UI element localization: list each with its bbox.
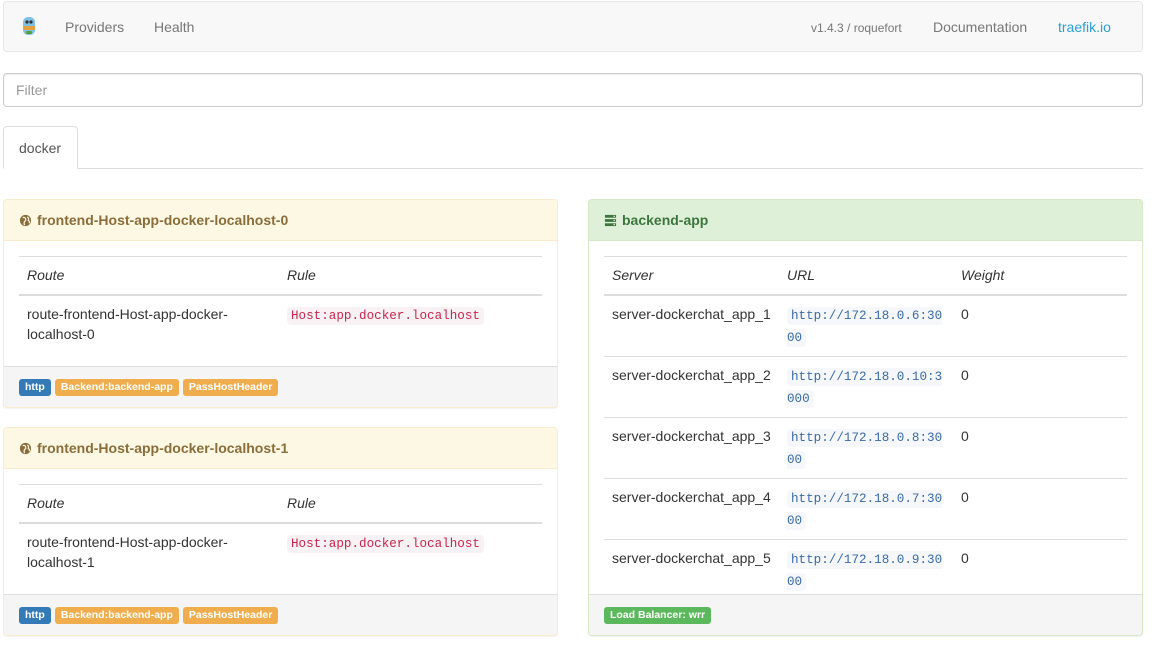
server-name: server-dockerchat_app_5 — [604, 538, 779, 600]
server-url: http://172.18.0.8:3000 — [787, 428, 943, 469]
frontend-panel-1: frontend-Host-app-docker-localhost-1 Rou… — [3, 427, 558, 636]
backend-title: backend-app — [622, 212, 709, 228]
frontend-panel-heading: frontend-Host-app-docker-localhost-0 — [4, 200, 557, 241]
entrypoint-badge: http — [19, 607, 51, 624]
passhostheader-badge: PassHostHeader — [182, 379, 279, 396]
entrypoint-badge: http — [19, 379, 51, 396]
table-row: route-frontend-Host-app-docker-localhost… — [19, 295, 542, 352]
nav-documentation-link[interactable]: Documentation — [933, 19, 1027, 35]
routes-table: Route Rule route-frontend-Host-app-docke… — [19, 256, 542, 352]
frontend-title: frontend-Host-app-docker-localhost-1 — [37, 440, 289, 456]
server-name: server-dockerchat_app_3 — [604, 416, 779, 478]
backend-badge: Backend:backend-app — [54, 607, 179, 624]
nav-health-link[interactable]: Health — [154, 19, 194, 35]
server-name: server-dockerchat_app_2 — [604, 355, 779, 417]
version-text: v1.4.3 / roquefort — [811, 21, 902, 35]
column-header-server: Server — [604, 256, 779, 296]
server-weight: 0 — [953, 355, 1127, 417]
backend-panel-heading: backend-app — [589, 200, 1142, 241]
server-weight: 0 — [953, 538, 1127, 600]
backend-badge: Backend:backend-app — [54, 379, 179, 396]
server-name: server-dockerchat_app_1 — [612, 305, 771, 322]
tab-docker[interactable]: docker — [3, 126, 78, 169]
globe-icon — [19, 214, 32, 226]
server-url: http://172.18.0.9:3000 — [787, 550, 943, 591]
globe-icon — [19, 442, 32, 454]
server-name: server-dockerchat_app_4 — [604, 477, 779, 539]
provider-tabs: docker — [3, 126, 1143, 169]
table-row: server-dockerchat_app_1 http://172.18.0.… — [604, 295, 1127, 357]
frontend-panel-0: frontend-Host-app-docker-localhost-0 Rou… — [3, 199, 558, 408]
passhostheader-badge: PassHostHeader — [182, 607, 279, 624]
frontend-panel-footer: http Backend:backend-app PassHostHeader — [4, 366, 557, 407]
load-balancer-badge: Load Balancer: wrr — [604, 607, 712, 624]
table-row: server-dockerchat_app_5 http://172.18.0.… — [604, 538, 1127, 600]
server-url: http://172.18.0.7:3000 — [787, 489, 943, 530]
table-row: server-dockerchat_app_3 http://172.18.0.… — [604, 416, 1127, 478]
frontend-panel-heading: frontend-Host-app-docker-localhost-1 — [4, 428, 557, 469]
column-header-rule: Rule — [279, 484, 542, 524]
nav-providers-link[interactable]: Providers — [65, 19, 124, 35]
top-navbar: Providers Health v1.4.3 / roquefort Docu… — [3, 1, 1143, 52]
backend-panel-footer: Load Balancer: wrr — [589, 594, 1142, 635]
rule-code: Host:app.docker.localhost — [287, 534, 484, 553]
frontend-panel-footer: http Backend:backend-app PassHostHeader — [4, 594, 557, 635]
table-row: route-frontend-Host-app-docker-localhost… — [19, 523, 542, 580]
column-header-weight: Weight — [953, 256, 1127, 296]
server-weight: 0 — [953, 416, 1127, 478]
server-url: http://172.18.0.6:3000 — [787, 306, 943, 347]
column-header-route: Route — [19, 256, 279, 296]
traefik-logo-icon[interactable] — [20, 15, 38, 37]
table-row: server-dockerchat_app_4 http://172.18.0.… — [604, 477, 1127, 539]
nav-traefik-link[interactable]: traefik.io — [1058, 19, 1111, 35]
server-weight: 0 — [953, 477, 1127, 539]
table-row: server-dockerchat_app_2 http://172.18.0.… — [604, 355, 1127, 417]
routes-table: Route Rule route-frontend-Host-app-docke… — [19, 484, 542, 580]
server-weight: 0 — [961, 305, 969, 322]
filter-input[interactable] — [3, 73, 1143, 107]
server-icon — [604, 214, 617, 226]
route-name: route-frontend-Host-app-docker-localhost… — [27, 533, 228, 570]
route-name: route-frontend-Host-app-docker-localhost… — [27, 305, 228, 342]
rule-code: Host:app.docker.localhost — [287, 306, 484, 325]
server-url: http://172.18.0.10:3000 — [787, 367, 943, 408]
backend-panel: backend-app Server URL Weight server-doc… — [588, 199, 1143, 636]
frontend-title: frontend-Host-app-docker-localhost-0 — [37, 212, 289, 228]
column-header-url: URL — [779, 256, 953, 296]
column-header-route: Route — [19, 484, 279, 524]
column-header-rule: Rule — [279, 256, 542, 296]
servers-table: Server URL Weight server-dockerchat_app_… — [604, 256, 1127, 600]
